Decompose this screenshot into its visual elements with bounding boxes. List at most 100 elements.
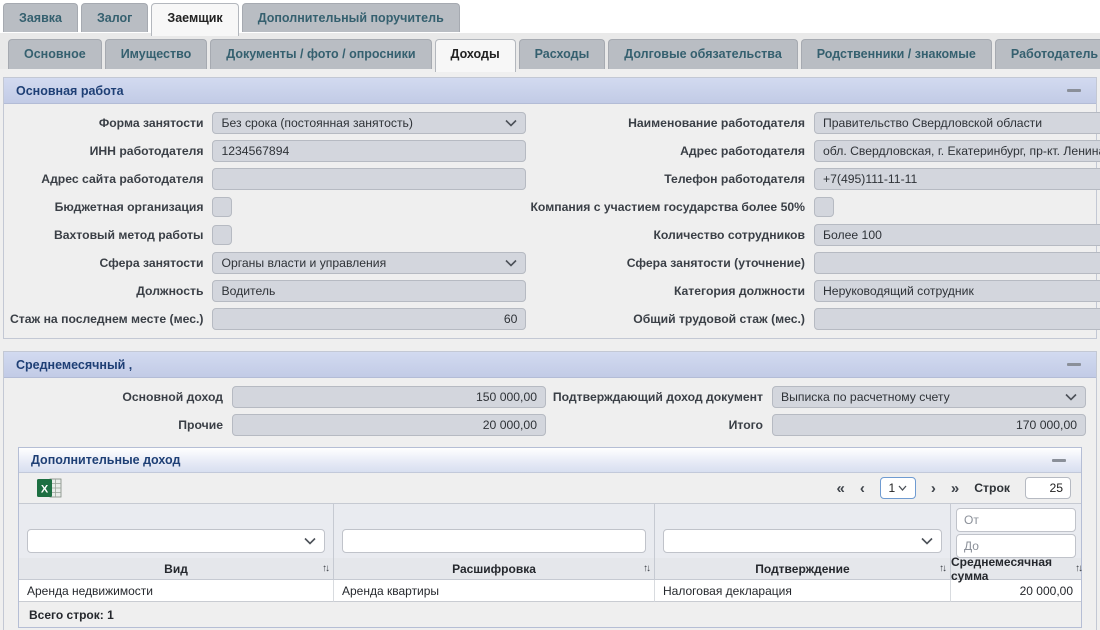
collapse-button[interactable] [1064,84,1084,98]
field-label: Итого [550,418,772,432]
field-label: Общий трудовой стаж (мес.) [530,312,814,326]
tab-dop-poruchitel[interactable]: Дополнительный поручитель [242,3,460,32]
tab-zalog[interactable]: Залог [81,3,148,32]
employment-sphere-detail-input[interactable] [814,252,1100,274]
field-label: Сфера занятости [10,256,212,270]
column-header-proof[interactable]: Подтверждение ↑↓ [655,558,951,580]
monthly-income-section-header: Среднемесячный , [4,352,1096,378]
detail-filter-input[interactable] [342,529,646,553]
minus-icon [1067,363,1081,366]
cell-detail: Аренда квартиры [334,580,655,602]
additional-income-grid: Вид ↑↓ Расшифровка ↑↓ Подтверждение ↑↓ С… [19,503,1081,627]
tab-dohody[interactable]: Доходы [435,39,516,72]
minus-icon [1052,459,1066,462]
field-label: Бюджетная организация [10,200,212,214]
tab-rashody[interactable]: Расходы [519,39,606,69]
employer-name-input[interactable]: Правительство Свердловской области [814,112,1100,134]
column-header-kind[interactable]: Вид ↑↓ [19,558,334,580]
section-title: Среднемесячный , [16,358,132,372]
income-document-select[interactable]: Выписка по расчетному счету [772,386,1086,408]
cell-amount: 20 000,00 [951,580,1081,602]
column-header-detail[interactable]: Расшифровка ↑↓ [334,558,655,580]
kind-filter-select[interactable] [27,529,325,553]
position-category-select[interactable]: Неруководящий сотрудник [814,280,1100,302]
filter-cell-amount [951,504,1081,558]
filter-cell-detail [334,504,655,558]
field-label: Подтверждающий доход документ [550,390,772,404]
main-tab-bar: Заявка Залог Заемщик Дополнительный пору… [0,0,1100,33]
chevron-down-icon [304,537,316,545]
chevron-down-icon [1065,393,1077,401]
section-title: Основная работа [16,84,124,98]
last-job-tenure-input[interactable]: 60 [212,308,526,330]
field-label: Вахтовый метод работы [10,228,212,242]
collapse-button[interactable] [1064,358,1084,372]
tab-dokumenty[interactable]: Документы / фото / опросники [210,39,431,69]
proof-filter-select[interactable] [663,529,942,553]
employment-sphere-select[interactable]: Органы власти и управления [212,252,526,274]
tab-zaemschik[interactable]: Заемщик [151,3,238,36]
chevron-down-icon [505,119,517,127]
sort-icon[interactable]: ↑↓ [1075,563,1081,574]
tab-osnovnoe[interactable]: Основное [8,39,102,69]
cell-kind: Аренда недвижимости [19,580,334,602]
filter-cell-proof [655,504,951,558]
field-label: Категория должности [530,284,814,298]
field-label: Адрес сайта работодателя [10,172,212,186]
sort-icon[interactable]: ↑↓ [939,563,945,574]
employer-inn-input[interactable]: 1234567894 [212,140,526,162]
tab-zayavka[interactable]: Заявка [3,3,78,32]
field-label: Форма занятости [10,116,212,130]
grid-toolbar: X « ‹ 1 › » Строк [19,473,1081,503]
field-label: Стаж на последнем месте (мес.) [10,312,212,326]
employer-phone-input[interactable]: +7(495)111-11-11 [814,168,1100,190]
pagination: « ‹ 1 › » Строк [837,477,1071,499]
page-select[interactable]: 1 [880,477,916,499]
collapse-button[interactable] [1049,453,1069,467]
column-header-amount[interactable]: Среднемесячная сумма ↑↓ [951,558,1081,580]
sort-icon[interactable]: ↑↓ [643,563,649,574]
total-tenure-input[interactable]: 60 [814,308,1100,330]
employer-website-input[interactable] [212,168,526,190]
employer-address-input[interactable]: обл. Свердловская, г. Екатеринбург, пр-к… [814,140,1100,162]
main-work-section: Основная работа Форма занятости Без срок… [3,77,1097,339]
additional-income-panel: Дополнительные доход X « [18,447,1082,628]
chevron-down-icon [505,259,517,267]
tab-rabotodatel[interactable]: Работодатель [995,39,1100,69]
rotation-work-checkbox[interactable] [212,225,232,245]
field-label: Основной доход [10,390,232,404]
total-rows-label: Всего строк: 1 [19,602,1081,627]
table-row[interactable]: Аренда недвижимости Аренда квартиры Нало… [19,580,1081,602]
minus-icon [1067,89,1081,92]
additional-income-header: Дополнительные доход [19,448,1081,473]
total-income-input[interactable]: 170 000,00 [772,414,1086,436]
svg-text:X: X [41,484,49,496]
pagination-next-button[interactable]: › [931,481,936,496]
pagination-prev-button[interactable]: ‹ [860,481,865,496]
main-income-input[interactable]: 150 000,00 [232,386,546,408]
state-participation-checkbox[interactable] [814,197,834,217]
sub-tab-bar: Основное Имущество Документы / фото / оп… [0,33,1100,69]
sort-icon[interactable]: ↑↓ [322,563,328,574]
employee-count-select[interactable]: Более 100 [814,224,1100,246]
tab-rodstvenniki[interactable]: Родственники / знакомые [801,39,992,69]
pagination-first-button[interactable]: « [837,481,845,496]
tab-dolgovye[interactable]: Долговые обязательства [608,39,798,69]
chevron-down-icon [898,485,907,491]
cell-proof: Налоговая декларация [655,580,951,602]
rows-per-page-input[interactable] [1025,477,1071,499]
amount-from-input[interactable] [956,508,1076,532]
tab-imuschestvo[interactable]: Имущество [105,39,208,69]
pagination-last-button[interactable]: » [951,481,959,496]
position-input[interactable]: Водитель [212,280,526,302]
field-label: Наименование работодателя [530,116,814,130]
employment-type-select[interactable]: Без срока (постоянная занятость) [212,112,526,134]
main-work-section-header: Основная работа [4,78,1096,104]
field-label: ИНН работодателя [10,144,212,158]
chevron-down-icon [921,537,933,545]
field-label: Адрес работодателя [530,144,814,158]
budget-organization-checkbox[interactable] [212,197,232,217]
field-label: Сфера занятости (уточнение) [530,256,814,270]
excel-export-icon[interactable]: X [37,478,62,498]
other-income-input[interactable]: 20 000,00 [232,414,546,436]
